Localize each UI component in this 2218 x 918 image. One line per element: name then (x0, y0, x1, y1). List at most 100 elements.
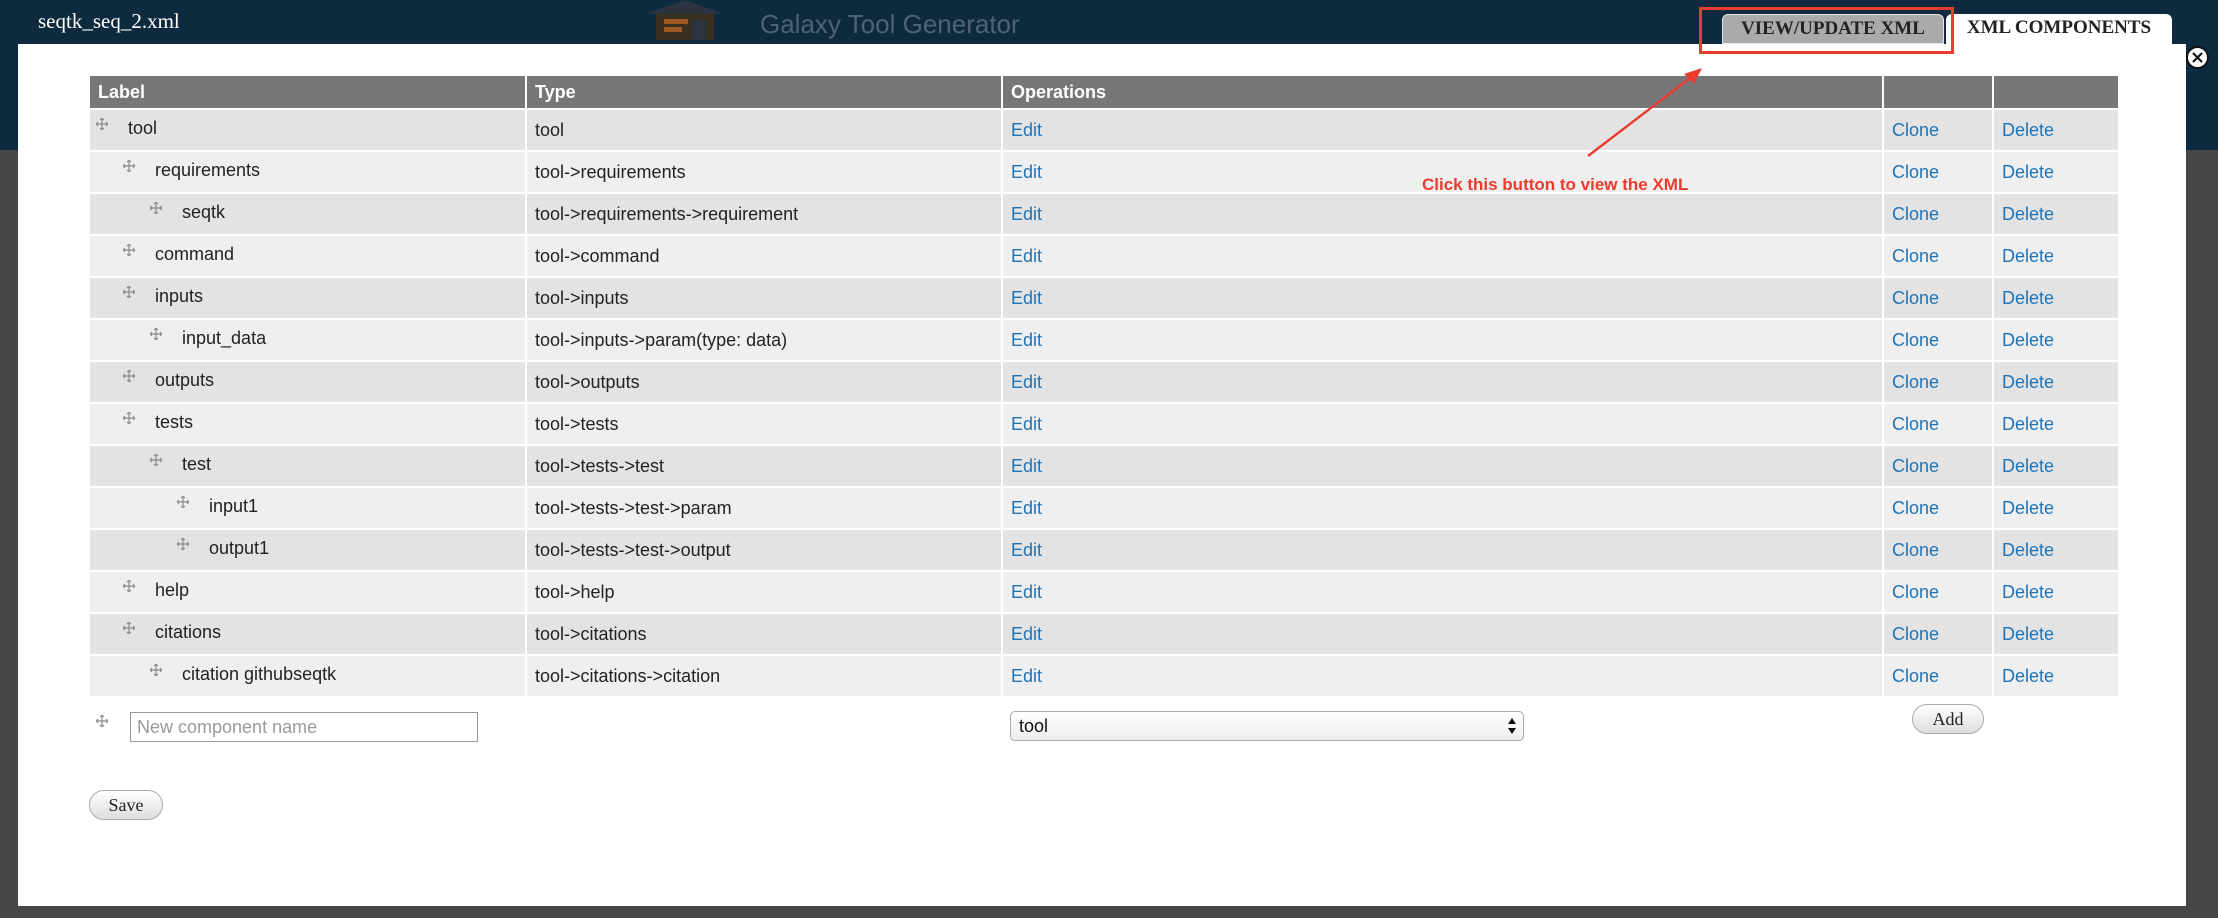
delete-link[interactable]: Delete (2002, 204, 2054, 224)
operations-cell: Edit (1001, 278, 1882, 318)
drag-handle-icon[interactable] (123, 622, 135, 634)
delete-link[interactable]: Delete (2002, 162, 2054, 182)
drag-handle-icon[interactable] (150, 454, 162, 466)
drag-handle-icon[interactable] (123, 412, 135, 424)
delete-link[interactable]: Delete (2002, 498, 2054, 518)
component-type-selected: tool (1019, 716, 1049, 736)
clone-link[interactable]: Clone (1892, 246, 1939, 266)
tab-xml-components[interactable]: XML COMPONENTS (1946, 14, 2172, 44)
drag-handle-icon[interactable] (123, 370, 135, 382)
xml-components-panel: Label Type Operations tool tool Edit Clone D… (18, 44, 2186, 906)
edit-link[interactable]: Edit (1011, 540, 1042, 560)
table-row: input_data tool->inputs->param(type: data… (90, 320, 2118, 360)
highlight-box (1699, 7, 1954, 54)
operations-cell: Edit (1001, 362, 1882, 402)
clone-cell: Clone (1882, 404, 1992, 444)
delete-link[interactable]: Delete (2002, 246, 2054, 266)
edit-link[interactable]: Edit (1011, 624, 1042, 644)
edit-link[interactable]: Edit (1011, 162, 1042, 182)
clone-link[interactable]: Clone (1892, 330, 1939, 350)
clone-link[interactable]: Clone (1892, 582, 1939, 602)
delete-link[interactable]: Delete (2002, 120, 2054, 140)
drag-handle-icon[interactable] (96, 118, 108, 130)
clone-link[interactable]: Clone (1892, 624, 1939, 644)
delete-link[interactable]: Delete (2002, 540, 2054, 560)
drag-handle-icon[interactable] (123, 286, 135, 298)
delete-link[interactable]: Delete (2002, 582, 2054, 602)
edit-link[interactable]: Edit (1011, 120, 1042, 140)
edit-link[interactable]: Edit (1011, 246, 1042, 266)
clone-link[interactable]: Clone (1892, 372, 1939, 392)
delete-link[interactable]: Delete (2002, 456, 2054, 476)
type-cell: tool->tests->test->param (525, 488, 1001, 528)
drag-handle-icon[interactable] (123, 244, 135, 256)
add-button[interactable]: Add (1912, 704, 1984, 734)
operations-cell: Edit (1001, 110, 1882, 150)
delete-cell: Delete (1992, 278, 2118, 318)
label-cell: output1 (90, 530, 525, 570)
clone-link[interactable]: Clone (1892, 456, 1939, 476)
drag-handle-icon[interactable] (177, 538, 189, 550)
operations-cell: Edit (1001, 614, 1882, 654)
component-label: input_data (182, 328, 267, 348)
clone-cell: Clone (1882, 194, 1992, 234)
clone-link[interactable]: Clone (1892, 288, 1939, 308)
galaxy-logo-icon (646, 0, 724, 40)
clone-cell: Clone (1882, 320, 1992, 360)
operations-cell: Edit (1001, 488, 1882, 528)
save-button[interactable]: Save (89, 790, 163, 820)
table-row: tool tool Edit Clone Delete (90, 110, 2118, 150)
drag-handle-icon[interactable] (123, 580, 135, 592)
drag-handle-icon[interactable] (150, 328, 162, 340)
edit-link[interactable]: Edit (1011, 330, 1042, 350)
clone-cell: Clone (1882, 446, 1992, 486)
edit-link[interactable]: Edit (1011, 582, 1042, 602)
clone-cell: Clone (1882, 278, 1992, 318)
component-label: test (182, 454, 212, 474)
drag-handle-icon[interactable] (177, 496, 189, 508)
drag-handle-icon[interactable] (150, 202, 162, 214)
delete-cell: Delete (1992, 236, 2118, 276)
type-cell: tool->outputs (525, 362, 1001, 402)
table-row: inputs tool->inputs Edit Clone Delete (90, 278, 2118, 318)
label-cell: command (90, 236, 525, 276)
drag-handle-icon[interactable] (150, 664, 162, 676)
clone-link[interactable]: Clone (1892, 540, 1939, 560)
drag-handle-icon[interactable] (96, 715, 108, 727)
select-updown-icon (1508, 718, 1516, 734)
clone-link[interactable]: Clone (1892, 120, 1939, 140)
clone-link[interactable]: Clone (1892, 666, 1939, 686)
edit-link[interactable]: Edit (1011, 414, 1042, 434)
clone-cell: Clone (1882, 614, 1992, 654)
delete-link[interactable]: Delete (2002, 666, 2054, 686)
delete-link[interactable]: Delete (2002, 624, 2054, 644)
new-component-name-input[interactable] (130, 712, 478, 742)
delete-link[interactable]: Delete (2002, 288, 2054, 308)
type-cell: tool->tests->test (525, 446, 1001, 486)
table-header: Label Type Operations (90, 76, 2118, 108)
close-button[interactable] (2186, 46, 2209, 69)
edit-link[interactable]: Edit (1011, 498, 1042, 518)
label-cell: requirements (90, 152, 525, 192)
clone-cell: Clone (1882, 110, 1992, 150)
clone-link[interactable]: Clone (1892, 204, 1939, 224)
clone-link[interactable]: Clone (1892, 162, 1939, 182)
delete-link[interactable]: Delete (2002, 372, 2054, 392)
edit-link[interactable]: Edit (1011, 288, 1042, 308)
column-header-label: Label (98, 82, 146, 102)
table-row: seqtk tool->requirements->requirement Edit… (90, 194, 2118, 234)
type-cell: tool->requirements (525, 152, 1001, 192)
drag-handle-icon[interactable] (123, 160, 135, 172)
edit-link[interactable]: Edit (1011, 666, 1042, 686)
clone-link[interactable]: Clone (1892, 414, 1939, 434)
component-type-select[interactable]: tool (1010, 711, 1524, 741)
clone-cell: Clone (1882, 656, 1992, 696)
component-label: citation githubseqtk (182, 664, 337, 684)
clone-link[interactable]: Clone (1892, 498, 1939, 518)
edit-link[interactable]: Edit (1011, 372, 1042, 392)
edit-link[interactable]: Edit (1011, 204, 1042, 224)
table-row: outputs tool->outputs Edit Clone Delete (90, 362, 2118, 402)
delete-link[interactable]: Delete (2002, 414, 2054, 434)
delete-link[interactable]: Delete (2002, 330, 2054, 350)
edit-link[interactable]: Edit (1011, 456, 1042, 476)
